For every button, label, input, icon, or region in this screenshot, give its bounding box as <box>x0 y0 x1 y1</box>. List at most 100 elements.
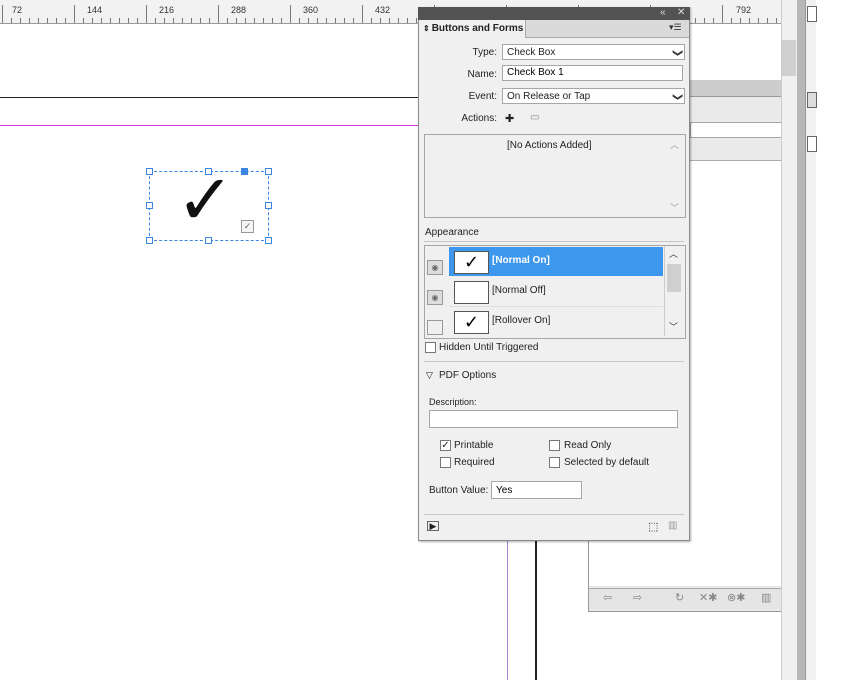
read-only-checkbox[interactable] <box>549 440 560 451</box>
state-label: [Rollover On] <box>492 315 551 326</box>
chevron-down-icon: ❯ <box>671 48 683 58</box>
selected-by-default-checkbox[interactable] <box>549 457 560 468</box>
state-label: [Normal Off] <box>492 285 546 296</box>
read-only-label: Read Only <box>564 440 612 451</box>
ruler-tick <box>101 18 102 23</box>
description-label: Description: <box>429 397 477 407</box>
resize-handle[interactable] <box>265 202 272 209</box>
ruler-tick <box>128 18 129 23</box>
background-panel-footer: ⇦ ⇨ ↻ ✕✱ ⊗✱ ▥ <box>589 588 796 609</box>
ruler-label: 792 <box>736 5 752 15</box>
divider <box>424 241 684 242</box>
hidden-until-triggered-checkbox[interactable] <box>425 342 436 353</box>
event-label: Event: <box>468 91 497 102</box>
scroll-down-icon[interactable]: ﹀ <box>669 320 678 333</box>
preview-icon[interactable]: ▶ <box>427 521 439 531</box>
tool-icon[interactable] <box>807 6 817 22</box>
panel-menu-icon[interactable]: ▾☰ <box>669 22 682 33</box>
ruler-tick <box>2 5 3 23</box>
panel-divider <box>797 0 805 680</box>
ruler-tick <box>254 18 255 23</box>
appearance-row-normal-on[interactable]: ✓ [Normal On] <box>449 247 663 276</box>
scroll-down-icon[interactable]: ﹀ <box>670 201 679 214</box>
close-icon[interactable]: ✕ <box>677 7 685 18</box>
state-label: [Normal On] <box>492 255 550 266</box>
actions-list[interactable]: [No Actions Added] ︿ ﹀ <box>424 134 686 218</box>
visibility-icon[interactable] <box>427 320 443 335</box>
convert-icon[interactable]: ⬚ <box>648 520 658 533</box>
required-checkbox[interactable] <box>440 457 451 468</box>
add-action-icon[interactable]: ✚ <box>505 112 514 125</box>
ruler-tick <box>380 18 381 23</box>
name-label: Name: <box>467 69 497 80</box>
back-arrow-icon[interactable]: ⇦ <box>603 591 612 604</box>
collapse-icon[interactable]: « <box>660 7 666 18</box>
scrollbar-thumb[interactable] <box>667 264 681 292</box>
page-edge-line <box>0 97 418 98</box>
ruler-tick <box>740 18 741 23</box>
ruler-tick <box>47 18 48 23</box>
pdf-options-header[interactable]: PDF Options <box>439 370 496 381</box>
ruler-tick <box>344 18 345 23</box>
tools-icon[interactable]: ✕✱ <box>699 591 717 604</box>
description-input[interactable] <box>429 410 678 428</box>
ruler-tick <box>326 18 327 23</box>
ruler-tick <box>749 18 750 23</box>
resize-handle[interactable] <box>205 237 212 244</box>
required-label: Required <box>454 457 495 468</box>
ruler-tick <box>335 18 336 23</box>
appearance-row-normal-off[interactable]: [Normal Off] <box>449 277 663 307</box>
visibility-icon[interactable]: ◉ <box>427 260 443 275</box>
ruler-tick <box>371 18 372 23</box>
appearance-scrollbar[interactable]: ︿ ﹀ <box>664 246 684 336</box>
printable-checkbox[interactable]: ✓ <box>440 440 451 451</box>
background-panel-dropdown[interactable]: ❯ <box>690 122 794 138</box>
ruler-tick <box>299 18 300 23</box>
event-dropdown[interactable]: On Release or Tap ❯ <box>502 88 685 104</box>
ruler-label: 360 <box>303 5 319 15</box>
ruler-tick <box>416 18 417 23</box>
tool-icon[interactable] <box>807 92 817 108</box>
forward-arrow-icon[interactable]: ⇨ <box>633 591 642 604</box>
resize-handle[interactable] <box>205 168 212 175</box>
resize-handle[interactable] <box>265 168 272 175</box>
resize-handle[interactable] <box>146 202 153 209</box>
scrollbar-thumb[interactable] <box>782 40 796 76</box>
ruler-tick <box>227 18 228 23</box>
scroll-up-icon[interactable]: ︿ <box>669 247 678 260</box>
type-dropdown[interactable]: Check Box ❯ <box>502 44 685 60</box>
ruler-tick <box>317 18 318 23</box>
tool-icon[interactable] <box>807 136 817 152</box>
trash-icon[interactable]: ▥ <box>668 520 677 531</box>
refresh-icon[interactable]: ↻ <box>675 591 684 604</box>
ruler-tick <box>110 18 111 23</box>
ruler-tick <box>74 5 75 23</box>
appearance-row-rollover-on[interactable]: ✓ [Rollover On] <box>449 307 663 336</box>
ruler-tick <box>272 18 273 23</box>
ruler-tick <box>182 18 183 23</box>
vertical-scrollbar[interactable] <box>781 0 798 680</box>
resize-handle[interactable] <box>265 237 272 244</box>
type-label: Type: <box>472 47 497 58</box>
ruler-tick <box>389 18 390 23</box>
ruler-tick <box>407 18 408 23</box>
ruler-tick <box>722 5 723 23</box>
ruler-tick <box>245 18 246 23</box>
state-thumbnail: ✓ <box>454 251 489 274</box>
resize-handle[interactable] <box>146 237 153 244</box>
button-value-input[interactable] <box>491 481 582 499</box>
ruler-tick <box>191 18 192 23</box>
resize-handle[interactable] <box>241 168 248 175</box>
link-icon[interactable]: ⊗✱ <box>727 591 745 604</box>
trash-icon[interactable]: ▥ <box>761 591 771 604</box>
panel-titlebar[interactable]: « ✕ <box>418 7 690 20</box>
tab-buttons-and-forms[interactable]: ⇕ Buttons and Forms <box>419 20 526 38</box>
scroll-up-icon[interactable]: ︿ <box>670 138 679 151</box>
remove-action-icon[interactable]: ▭ <box>530 112 539 123</box>
visibility-icon[interactable]: ◉ <box>427 290 443 305</box>
resize-handle[interactable] <box>146 168 153 175</box>
ruler-tick <box>236 18 237 23</box>
ruler-tick <box>263 18 264 23</box>
name-input[interactable] <box>502 65 683 81</box>
disclosure-triangle-icon[interactable]: ▽ <box>426 370 433 381</box>
